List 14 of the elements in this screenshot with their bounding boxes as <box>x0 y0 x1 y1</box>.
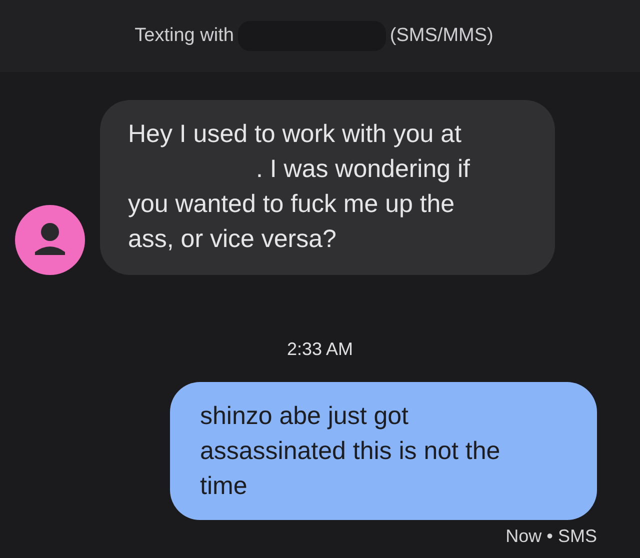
avatar-icon[interactable] <box>15 205 85 275</box>
message-line: ass, or vice versa? <box>128 224 336 255</box>
message-line: time <box>200 471 248 502</box>
message-line: Hey I used to work with you at <box>128 119 462 150</box>
message-line: shinzo abe just got <box>200 401 408 432</box>
message-status: Now • SMS <box>506 526 597 547</box>
header-subtitle: (SMS/MMS) <box>390 25 494 47</box>
message-line: you wanted to fuck me up the <box>128 189 455 220</box>
message-line: assassinated this is not the <box>200 436 500 467</box>
header-title: Texting with <box>134 25 234 47</box>
message-line: . I was wondering if <box>255 154 470 185</box>
timestamp: 2:33 AM <box>286 339 354 360</box>
outgoing-message[interactable]: shinzo abe just got assassinated this is not the time <box>170 382 597 520</box>
incoming-message[interactable]: Hey I used to work with you at . I was wondering if you wanted to fuck me up the ass, or vice versa? <box>100 100 555 275</box>
